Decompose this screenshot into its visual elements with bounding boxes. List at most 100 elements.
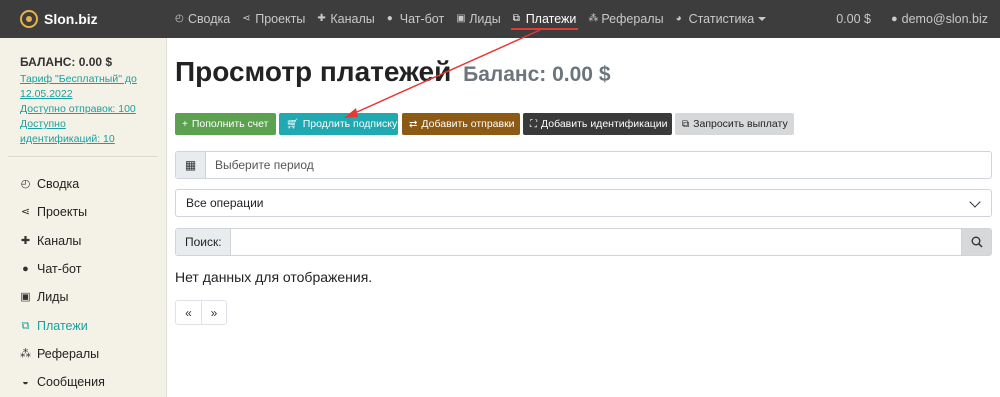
add-identifications-label: Добавить идентификации [541,118,668,130]
share-icon: ⋖ [20,205,31,218]
search-icon [971,236,983,248]
pager-prev-button[interactable]: « [176,301,201,324]
pager-next-button[interactable]: » [201,301,226,324]
request-payout-button[interactable]: ⧉ Запросить выплату [675,113,794,135]
extend-subscription-label: Продлить подписку [302,118,398,130]
operations-select[interactable]: Все операции [175,189,992,217]
sidebar-item-label: Лиды [37,290,69,304]
sidebar-item-projects[interactable]: ⋖ Проекты [20,205,87,219]
nav-item-label: Статистика [688,12,755,26]
tariff-link[interactable]: Тариф "Бесплатный" до 12.05.2022 [20,72,137,102]
nav-item-label: Каналы [330,12,375,26]
sidebar-item-referrals[interactable]: ⁂ Рефералы [20,347,99,361]
search-bar: Поиск: [175,228,992,256]
user-menu[interactable]: ● demo@slon.biz [891,12,988,26]
search-input[interactable] [231,229,961,255]
nav-item-payments[interactable]: ⧉ Платежи [510,0,579,38]
nav-item-statistics[interactable]: ◕ Статистика [676,0,767,38]
period-input[interactable] [206,152,991,178]
ident-available-link[interactable]: Доступно идентификаций: 10 [20,117,115,147]
sidebar-item-label: Платежи [37,319,88,333]
nav-balance: 0.00 $ [836,12,871,26]
payments-icon: ⧉ [512,13,520,24]
sidebar-divider [8,156,158,157]
sidebar-item-payments[interactable]: ⧉ Платежи [20,319,88,333]
nav-item-label: Сводка [188,12,231,26]
sidebar-item-dashboard[interactable]: ◴ Сводка [20,177,80,191]
sidebar-item-chatbot[interactable]: ● Чат-бот [20,262,81,276]
top-navbar: Slon.biz ◴ Сводка ⋖ Проекты ✚ Каналы ● Ч… [0,0,1000,38]
page-subtitle-balance: Баланс: 0.00 $ [463,63,611,86]
sitemap-icon: ⁂ [588,13,599,24]
nav-item-label: Чат-бот [399,12,445,26]
page-title: Просмотр платежей Баланс: 0.00 $ [175,56,611,88]
sends-available-link[interactable]: Доступно отправок: 100 [20,102,136,117]
page-title-text: Просмотр платежей [175,56,452,87]
contact-card-icon: ▣ [456,13,466,24]
no-data-message: Нет данных для отображения. [175,269,373,285]
id-scan-icon: ⛶ [530,118,537,130]
nav-right: 0.00 $ ● demo@slon.biz [836,0,988,38]
sidebar-item-label: Проекты [37,205,88,219]
nav-item-projects[interactable]: ⋖ Проекты [242,0,305,38]
extend-subscription-button[interactable]: 🛒︎ Продлить подписку [279,113,398,135]
nav-item-chatbot[interactable]: ● Чат-бот [387,0,444,38]
plus-icon: + [182,118,188,130]
chevron-down-icon [969,196,981,208]
brand-name: Slon.biz [44,11,98,27]
pagination: « » [175,300,227,325]
signpost-icon: ⇄ [409,118,418,130]
nav-item-label: Проекты [255,12,306,26]
cart-icon: 🛒︎ [286,118,299,130]
chevron-down-icon [758,17,767,21]
nav-item-label: Лиды [469,12,501,26]
sitemap-icon: ⁂ [20,347,31,360]
payments-icon: ⧉ [682,118,690,130]
calendar-icon[interactable]: ▦ [176,152,206,178]
sidebar: БАЛАНС: 0.00 $ Тариф "Бесплатный" до 12.… [0,38,167,397]
ident-line-2: идентификаций: 10 [20,133,115,145]
dashboard-icon: ◴ [175,13,184,24]
dashboard-icon: ◴ [20,177,31,190]
sidebar-item-label: Сообщения [37,375,105,389]
nav-menu: ◴ Сводка ⋖ Проекты ✚ Каналы ● Чат-бот ▣ … [175,0,778,38]
chat-icon: ● [22,262,29,275]
nav-item-leads[interactable]: ▣ Лиды [456,0,500,38]
sidebar-item-label: Каналы [37,234,82,248]
sidebar-item-leads[interactable]: ▣ Лиды [20,290,68,304]
payments-icon: ⧉ [21,319,30,332]
puzzle-icon: ✚ [317,13,326,24]
sidebar-item-label: Рефералы [37,347,100,361]
operations-select-value: Все операции [186,196,264,210]
nav-item-label: Платежи [525,12,577,26]
add-sends-button[interactable]: ⇄ Добавить отправки [402,113,520,135]
period-picker: ▦ [175,151,992,179]
pie-chart-icon: ◕ [675,13,682,24]
share-icon: ⋖ [242,13,251,24]
tariff-line-1: Тариф "Бесплатный" до [20,73,137,85]
sidebar-balance: БАЛАНС: 0.00 $ [20,55,113,69]
tariff-line-2: 12.05.2022 [20,88,73,100]
brand-logo-icon [20,10,38,28]
puzzle-icon: ✚ [20,234,31,247]
nav-item-label: Рефералы [601,12,664,26]
search-button[interactable] [961,229,991,255]
sidebar-item-channels[interactable]: ✚ Каналы [20,234,81,248]
topup-button[interactable]: + Пополнить счет [175,113,276,135]
sidebar-item-messages[interactable]: ◒ Сообщения [20,375,105,389]
user-icon: ● [891,13,898,25]
add-identifications-button[interactable]: ⛶ Добавить идентификации [523,113,672,135]
sidebar-item-label: Сводка [37,177,80,191]
ident-line-1: Доступно [20,118,66,130]
topup-button-label: Пополнить счет [191,118,269,130]
brand[interactable]: Slon.biz [20,10,175,28]
nav-item-referrals[interactable]: ⁂ Рефералы [588,0,663,38]
nav-item-dashboard[interactable]: ◴ Сводка [175,0,230,38]
chat-icon: ● [386,13,393,24]
contact-card-icon: ▣ [20,290,31,303]
request-payout-label: Запросить выплату [693,118,788,130]
search-label: Поиск: [176,229,231,255]
nav-item-channels[interactable]: ✚ Каналы [317,0,374,38]
sidebar-item-label: Чат-бот [37,262,82,276]
add-sends-label: Добавить отправки [421,118,515,130]
